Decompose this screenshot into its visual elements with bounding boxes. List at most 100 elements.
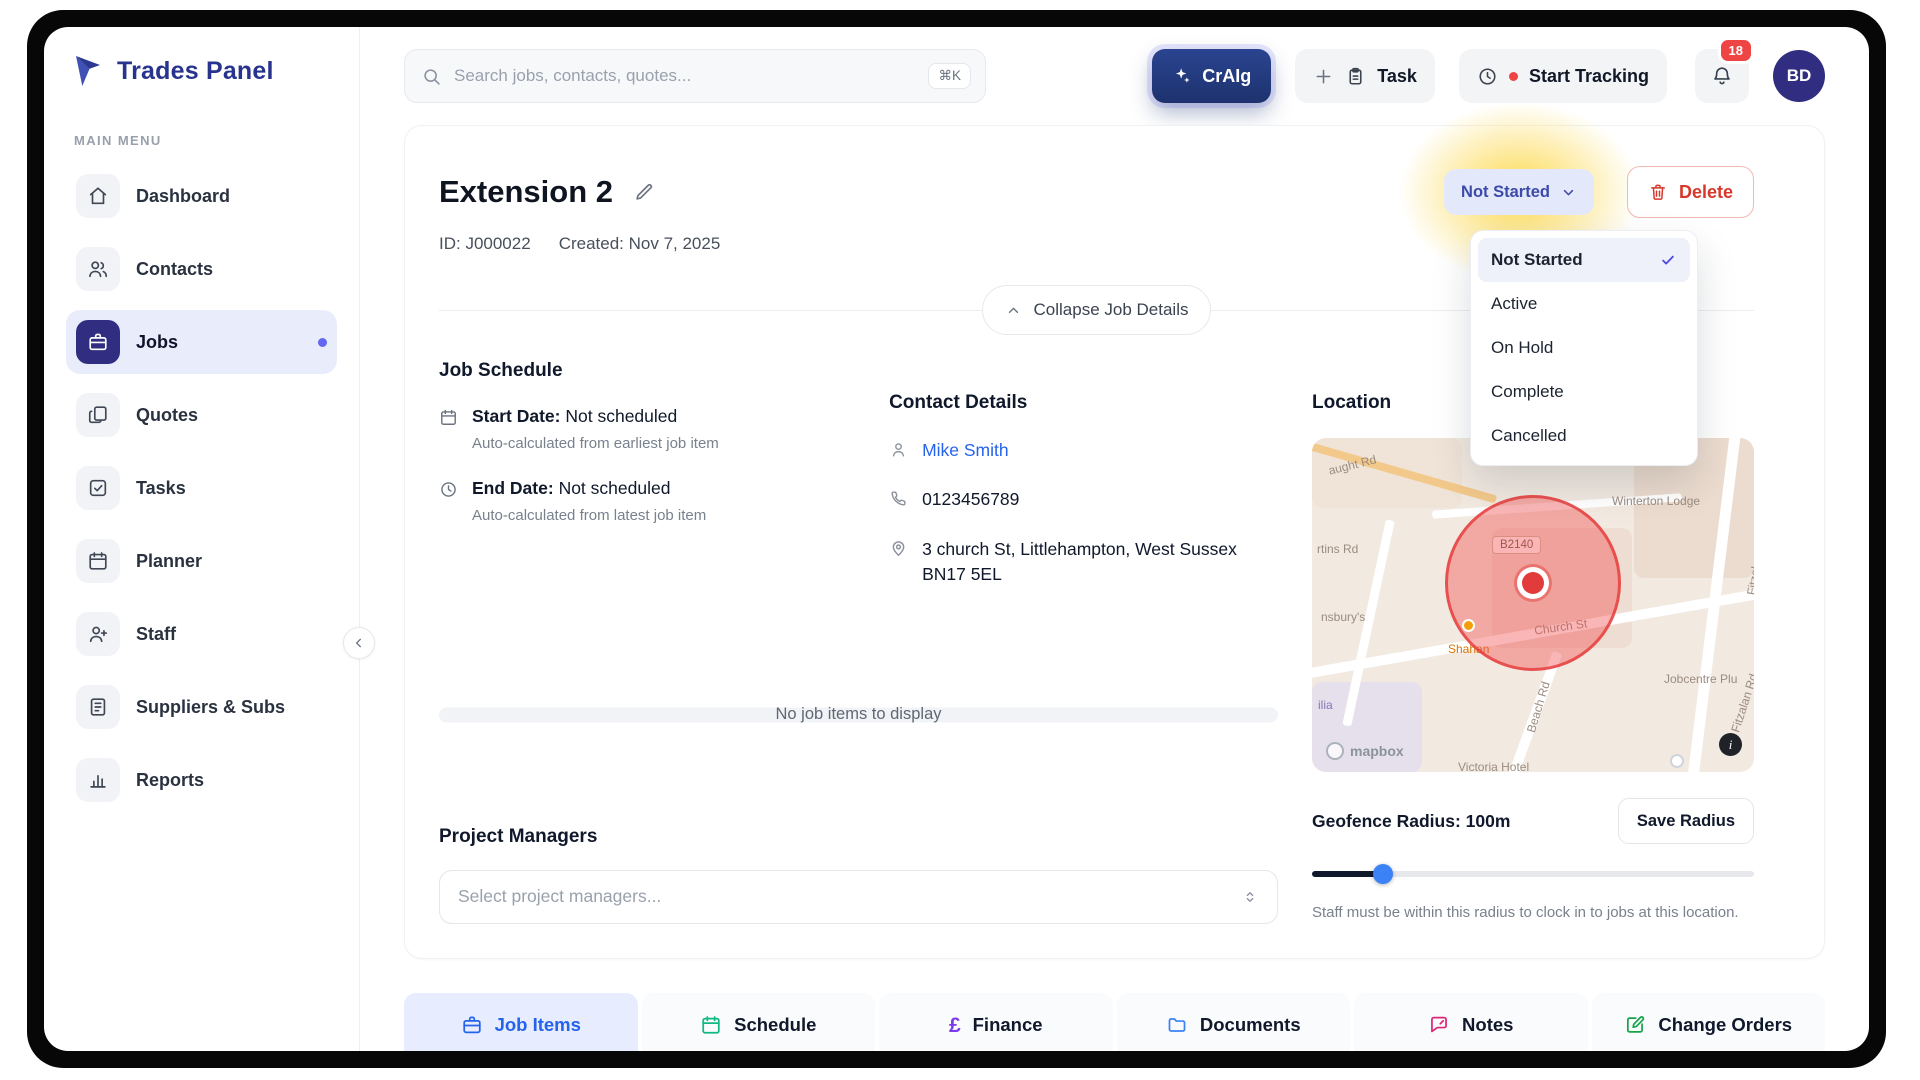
job-header: Extension 2 Not Started Delete: [439, 102, 1754, 282]
status-option-on-hold[interactable]: On Hold: [1478, 326, 1690, 370]
calendar-icon: [76, 539, 120, 583]
global-search[interactable]: ⌘K: [404, 49, 986, 103]
sidebar-item-label: Quotes: [136, 404, 199, 425]
job-created: Created: Nov 7, 2025: [558, 234, 721, 253]
tab-job-items[interactable]: Job Items: [404, 993, 638, 1051]
status-dropdown-menu: Not Started Active On Hold Complete Canc…: [1470, 230, 1698, 466]
phone-icon: [889, 489, 908, 508]
status-dropdown-button[interactable]: Not Started: [1444, 169, 1594, 215]
details-left-region: Job Schedule Start Date: Not scheduled A…: [439, 360, 1278, 958]
select-chevrons-icon: [1246, 891, 1254, 902]
recording-dot: [1508, 71, 1518, 81]
status-option-complete[interactable]: Complete: [1478, 370, 1690, 414]
slider-handle[interactable]: [1372, 864, 1393, 884]
check-icon: [1659, 251, 1677, 269]
pound-icon: £: [948, 1013, 961, 1037]
section-heading: Project Managers: [439, 825, 598, 847]
end-date-value: Not scheduled: [558, 478, 671, 498]
start-tracking-button[interactable]: Start Tracking: [1458, 49, 1667, 103]
project-managers-select[interactable]: Select project managers...: [439, 869, 1278, 924]
radius-slider[interactable]: [1312, 864, 1754, 884]
sidebar-item-tasks[interactable]: Tasks: [66, 456, 337, 520]
sidebar-item-label: Dashboard: [136, 185, 231, 206]
sidebar-item-label: Reports: [136, 769, 205, 790]
tab-label: Change Orders: [1658, 1014, 1793, 1035]
geofence-radius-label: Geofence Radius: 100m: [1312, 810, 1511, 831]
tab-notes[interactable]: Notes: [1354, 993, 1588, 1051]
app-window: Trades Panel MAIN MENU Dashboard Contact…: [44, 27, 1869, 1051]
tab-change-orders[interactable]: Change Orders: [1591, 993, 1825, 1051]
search-input[interactable]: [454, 66, 917, 86]
sidebar-item-dashboard[interactable]: Dashboard: [66, 164, 337, 228]
end-date-row: End Date: Not scheduled Auto-calculated …: [439, 478, 859, 524]
map-place-label: Victoria Hotel: [1458, 760, 1530, 772]
craig-ai-button[interactable]: CrAIg: [1152, 49, 1272, 103]
contact-address-row: 3 church St, Littlehampton, West Sussex …: [889, 537, 1278, 588]
sidebar-collapse-button[interactable]: [343, 627, 375, 659]
sidebar-item-label: Planner: [136, 550, 203, 571]
poi-marker: [1462, 619, 1475, 632]
mapbox-logo-icon: [1326, 742, 1344, 760]
tab-label: Notes: [1462, 1014, 1514, 1035]
active-indicator-dot: [318, 337, 327, 347]
brand[interactable]: Trades Panel: [66, 53, 337, 89]
geofence-circle: [1445, 495, 1621, 671]
sidebar-item-suppliers[interactable]: Suppliers & Subs: [66, 675, 337, 739]
sidebar-item-contacts[interactable]: Contacts: [66, 237, 337, 301]
search-icon: [424, 68, 440, 85]
poi-marker-small: [1670, 754, 1684, 768]
job-schedule-section: Job Schedule Start Date: Not scheduled A…: [439, 360, 859, 612]
tab-schedule[interactable]: Schedule: [641, 993, 875, 1051]
sidebar-item-label: Staff: [136, 623, 176, 644]
notebook-icon: [76, 685, 120, 729]
contact-phone[interactable]: 0123456789: [922, 487, 1019, 512]
sidebar-item-staff[interactable]: Staff: [66, 602, 337, 666]
contact-name-row: Mike Smith: [889, 438, 1278, 463]
trash-icon: [1650, 184, 1665, 200]
chevron-down-icon: [1563, 189, 1574, 195]
sidebar-item-jobs[interactable]: Jobs: [66, 310, 337, 374]
chevron-left-icon: [351, 635, 367, 651]
delete-button[interactable]: Delete: [1626, 166, 1754, 218]
collapse-details-button[interactable]: Collapse Job Details: [981, 285, 1212, 335]
end-date-label: End Date:: [472, 478, 554, 498]
sidebar: Trades Panel MAIN MENU Dashboard Contact…: [44, 27, 375, 1051]
end-date-note: Auto-calculated from latest job item: [472, 507, 707, 524]
job-items-empty-state: No job items to display: [439, 698, 1278, 732]
save-radius-button[interactable]: Save Radius: [1617, 798, 1754, 844]
start-date-label: Start Date:: [472, 406, 561, 426]
map-place-label: ilia: [1318, 698, 1333, 712]
map-info-button[interactable]: i: [1719, 733, 1742, 756]
status-option-not-started[interactable]: Not Started: [1478, 238, 1690, 282]
map-place-label: Winterton Lodge: [1612, 494, 1701, 508]
status-option-active[interactable]: Active: [1478, 282, 1690, 326]
contact-name-link[interactable]: Mike Smith: [922, 438, 1009, 463]
bar-chart-icon: [76, 758, 120, 802]
mapbox-attribution[interactable]: mapbox: [1326, 742, 1404, 760]
location-section: Location aught Rd Winterton Lodge Fitzal…: [1312, 392, 1754, 958]
status-option-cancelled[interactable]: Cancelled: [1478, 414, 1690, 458]
person-plus-icon: [76, 612, 120, 656]
folder-icon: [1168, 1018, 1186, 1032]
job-header-actions: Not Started Delete: [1399, 102, 1754, 282]
briefcase-icon: [462, 1016, 481, 1034]
tab-finance[interactable]: £ Finance: [879, 993, 1113, 1051]
calendar-icon: [702, 1016, 720, 1034]
sidebar-item-quotes[interactable]: Quotes: [66, 383, 337, 447]
edit-title-button[interactable]: [633, 181, 655, 203]
job-id: ID: J000022: [439, 234, 531, 253]
location-map[interactable]: aught Rd Winterton Lodge Fitzalan Rd Fit…: [1312, 438, 1754, 772]
job-location-marker: [1522, 572, 1544, 594]
map-street-label: Beach Rd: [1523, 679, 1553, 735]
tab-documents[interactable]: Documents: [1116, 993, 1350, 1051]
sidebar-item-planner[interactable]: Planner: [66, 529, 337, 593]
status-label: Not Started: [1461, 182, 1550, 201]
sidebar-item-reports[interactable]: Reports: [66, 748, 337, 812]
collapse-label: Collapse Job Details: [1033, 300, 1189, 319]
avatar[interactable]: BD: [1773, 50, 1825, 102]
section-heading: Job Schedule: [439, 360, 563, 381]
contact-details-section: Contact Details Mike Smith 0123456789 3 …: [889, 392, 1278, 612]
map-pin-icon: [889, 539, 908, 558]
add-task-button[interactable]: Task: [1295, 49, 1435, 103]
menu-item-label: Not Started: [1491, 250, 1583, 269]
